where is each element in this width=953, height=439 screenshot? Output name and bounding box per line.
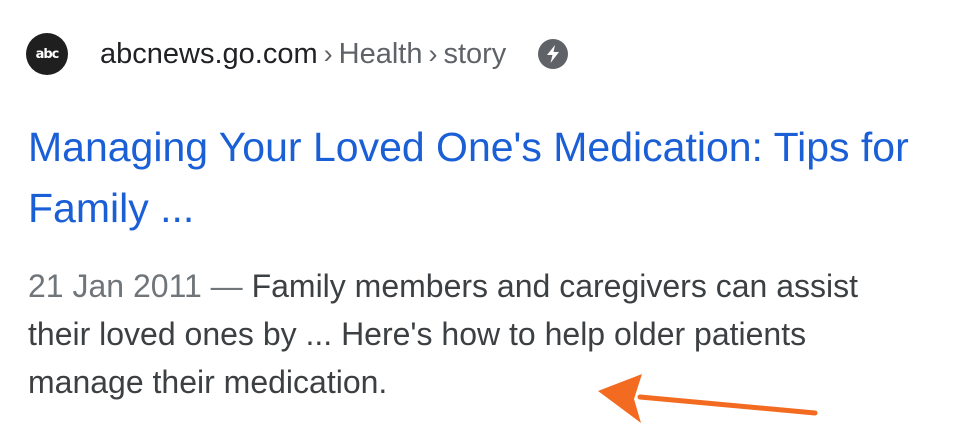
result-source-row[interactable]: abc abcnews.go.com › Health › story: [26, 33, 569, 75]
breadcrumb-separator: ›: [323, 38, 333, 69]
result-title-link[interactable]: Managing Your Loved One's Medication: Ti…: [28, 117, 928, 239]
breadcrumb-story: story: [443, 37, 507, 70]
lightning-bolt-icon: [538, 39, 569, 69]
abc-logo-icon: abc: [26, 33, 68, 75]
breadcrumb-health: Health: [338, 37, 423, 70]
search-result: abc abcnews.go.com › Health › story Mana…: [0, 0, 953, 439]
result-snippet: 21 Jan 2011 — Family members and caregiv…: [28, 262, 908, 406]
snippet-date: 21 Jan 2011: [28, 268, 202, 304]
snippet-dash: —: [210, 268, 243, 304]
breadcrumb-separator: ›: [428, 38, 438, 69]
result-domain[interactable]: abcnews.go.com: [100, 38, 318, 71]
favicon-text: abc: [35, 46, 60, 62]
